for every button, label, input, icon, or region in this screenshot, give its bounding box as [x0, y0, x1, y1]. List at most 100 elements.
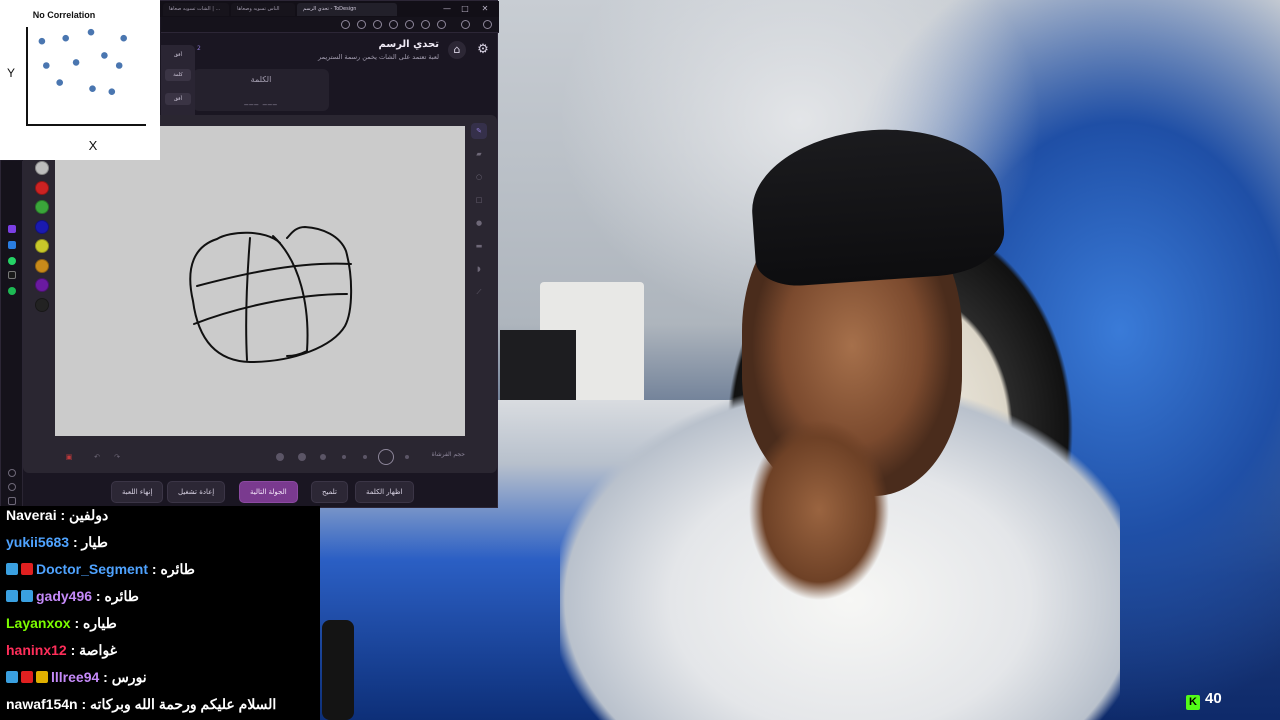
chat-text: طائره [104, 588, 139, 604]
chat-text: طياره [83, 615, 117, 631]
chat-separator: : [56, 507, 70, 523]
brush-size-label: حجم الفرشاة [431, 451, 465, 458]
chat-message: gady496 : طائره [6, 585, 139, 607]
chat-badge-icon [6, 671, 18, 683]
maximize-button[interactable]: □ [459, 3, 471, 15]
pen-tool-button[interactable]: ✎ [471, 123, 487, 139]
color-swatch[interactable] [35, 180, 49, 195]
stroke-vertical-left [245, 237, 251, 361]
chat-username: gady496 [36, 588, 93, 604]
scatter-chart-overlay: No Correlation Y X [0, 0, 160, 160]
scatter-point [120, 34, 127, 42]
extension-icon[interactable] [389, 20, 398, 29]
drawing-canvas[interactable] [55, 126, 465, 436]
browser-tab-active[interactable]: تحدي الرسم - ToDesign [297, 3, 397, 16]
whatsapp-icon[interactable] [8, 257, 16, 265]
brush-size-option[interactable] [298, 453, 306, 461]
brush-size-option[interactable] [363, 455, 367, 459]
extension-icon[interactable] [373, 20, 382, 29]
color-swatch[interactable] [35, 278, 49, 292]
line-tool-button[interactable]: ▬ [471, 238, 487, 254]
pen-icon: ✎ [476, 127, 482, 135]
show-word-button[interactable]: اظهار الكلمة [355, 481, 414, 503]
scatter-point [101, 52, 108, 59]
word-label: الكلمة [250, 75, 272, 84]
chat-badge-icon [6, 590, 18, 602]
color-swatch[interactable] [35, 297, 49, 312]
clear-button[interactable]: ▣ [61, 449, 77, 465]
action-bar: إنهاء اللعبة إعادة تشغيل الجولة التالية … [23, 479, 497, 505]
restart-button[interactable]: إعادة تشغيل [167, 481, 226, 503]
extension-icon[interactable] [421, 20, 430, 29]
chat-text: طيار [81, 534, 108, 550]
popup-option[interactable]: أفق [165, 93, 191, 105]
chat-badge-icon [21, 590, 33, 602]
sidebar-app-icon[interactable] [8, 241, 16, 249]
browser-tab[interactable]: الشات تسويه صعاها | ... [163, 3, 229, 16]
brush-size-option[interactable] [342, 455, 346, 459]
chat-text: طائره [160, 561, 195, 577]
close-button[interactable]: ✕ [479, 3, 491, 15]
chat-separator: : [99, 669, 112, 685]
profile-icon[interactable] [461, 20, 470, 29]
minimize-button[interactable]: — [441, 3, 453, 15]
eraser-icon: ▰ [476, 150, 482, 158]
color-swatch[interactable] [35, 219, 49, 234]
browser-tab[interactable]: الناس تسويه وصعاها [231, 3, 295, 16]
hint-button[interactable]: تلميح [311, 481, 348, 503]
scatter-point [115, 62, 123, 69]
extension-icon[interactable] [437, 20, 446, 29]
circle-tool-button[interactable]: ○ [471, 169, 487, 185]
spotify-icon[interactable] [8, 287, 16, 295]
home-button[interactable]: ⌂ [448, 41, 466, 59]
chat-username: yukii5683 [6, 534, 70, 550]
chat-message: yukii5683 : طيار [6, 531, 108, 553]
x-axis-label: X [89, 138, 98, 153]
history-icon[interactable] [8, 483, 16, 491]
color-swatch[interactable] [35, 161, 49, 175]
app-header: 2 تحدي الرسم لعبة تعتمد على الشات يخمن ر… [161, 33, 499, 69]
browser-sidebar [1, 161, 23, 509]
sidebar-app-icon[interactable] [8, 225, 16, 233]
settings-button[interactable]: ⚙ [474, 41, 492, 59]
brush-size-selected[interactable] [378, 449, 394, 465]
extension-icon[interactable] [405, 20, 414, 29]
brush-bar: ▣ ↶ ↷ حجم الفرشاة [55, 447, 469, 467]
menu-icon[interactable] [483, 20, 492, 29]
chat-message: haninx12 : غواصة [6, 639, 117, 661]
brush-size-option[interactable] [276, 453, 284, 461]
redo-button[interactable]: ↷ [109, 449, 125, 465]
chat-badge-icon [21, 671, 33, 683]
color-palette [29, 161, 53, 321]
bucket-tool-button[interactable]: ◗ [471, 261, 487, 277]
brush-size-option[interactable] [405, 455, 409, 459]
end-game-button[interactable]: إنهاء اللعبة [111, 481, 164, 503]
chat-message: Naverai : دولفين [6, 504, 108, 526]
undo-icon: ↶ [94, 453, 100, 461]
scatter-points [38, 28, 127, 95]
extension-icon[interactable] [357, 20, 366, 29]
fill-tool-button[interactable]: ● [471, 215, 487, 231]
popup-option[interactable]: كلمة [165, 69, 191, 81]
color-swatch[interactable] [35, 200, 49, 214]
undo-button[interactable]: ↶ [89, 449, 105, 465]
color-swatch[interactable] [35, 239, 49, 253]
extension-icon[interactable] [341, 20, 350, 29]
eraser-tool-button[interactable]: ▰ [471, 146, 487, 162]
next-round-button[interactable]: الجولة التالية [239, 481, 298, 503]
chat-text: غواصة [79, 642, 117, 658]
brush-size-option[interactable] [320, 454, 326, 460]
chat-message: Layanxox : طياره [6, 612, 117, 634]
page-subtitle: لعبة تعتمد على الشات يخمن رسمة الستريمر [318, 53, 439, 61]
chat-username: haninx12 [6, 642, 67, 658]
x-icon[interactable] [8, 271, 16, 279]
word-blanks: ___ ___ [244, 96, 278, 105]
chat-username: Doctor_Segment [36, 561, 149, 577]
square-tool-button[interactable]: □ [471, 192, 487, 208]
color-swatch[interactable] [35, 258, 49, 273]
heart-icon[interactable] [8, 469, 16, 477]
gear-icon: ⚙ [477, 42, 489, 57]
scatter-point [108, 88, 116, 95]
picker-tool-button[interactable]: ⟋ [471, 284, 487, 300]
page-title: تحدي الرسم [378, 39, 439, 50]
